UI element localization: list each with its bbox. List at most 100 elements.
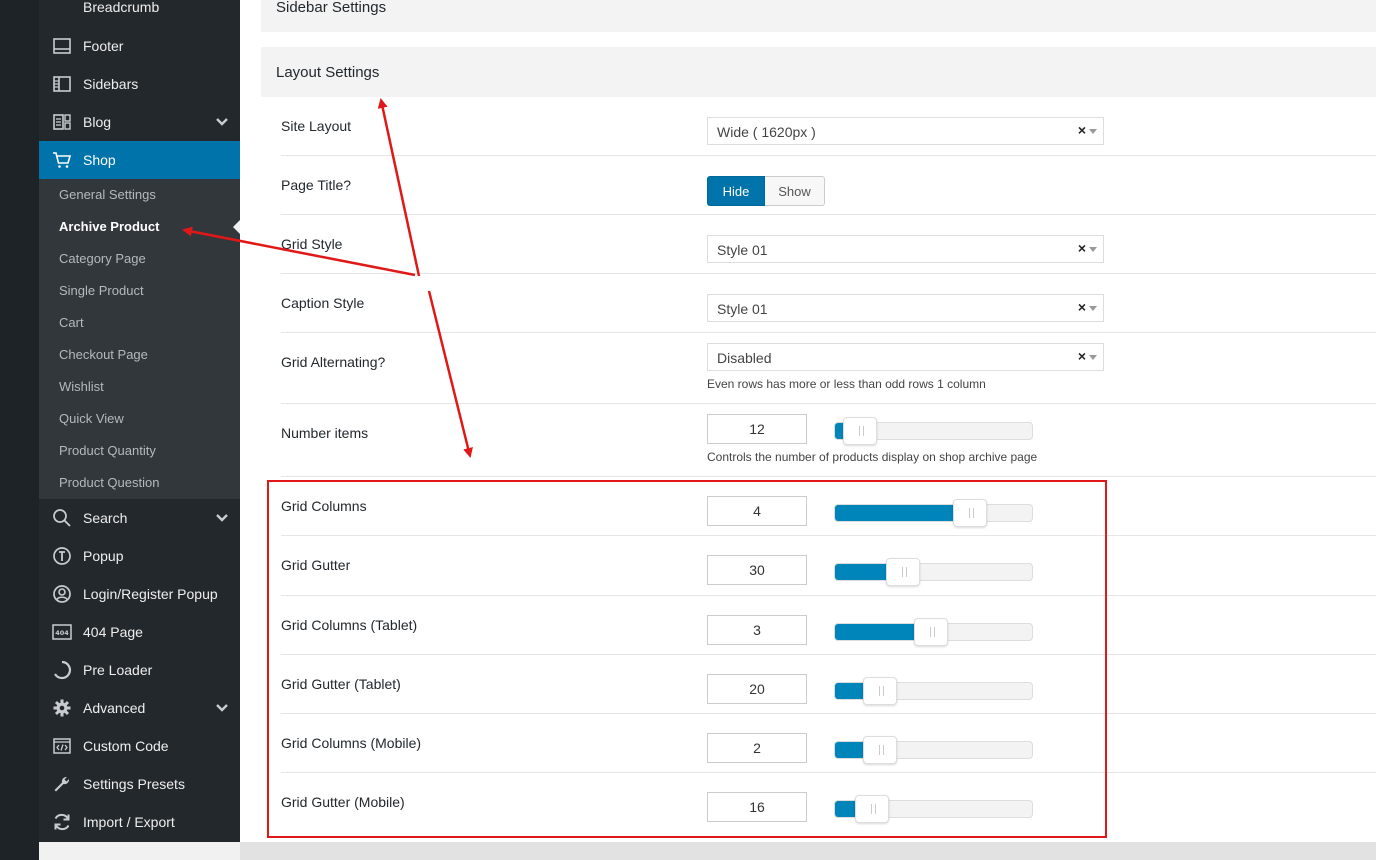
slider-handle[interactable] [854, 795, 889, 823]
field-label: Grid Gutter [281, 557, 351, 573]
field-grid-gutter: Grid Gutter 30 [281, 536, 1376, 596]
submenu-item-wishlist[interactable]: Wishlist [59, 377, 104, 397]
sidebar-item-label: Blog [83, 114, 112, 130]
404-icon: 404 [51, 621, 73, 643]
submenu-item-archive-product[interactable]: Archive Product [59, 217, 159, 237]
field-caption-style: Caption Style Style 01 × [281, 274, 1376, 333]
404-icon-text: 404 [55, 629, 69, 637]
grid-gutter-input[interactable]: 30 [707, 555, 807, 585]
submenu-item-product-quantity[interactable]: Product Quantity [59, 441, 156, 461]
panel-title: Sidebar Settings [276, 0, 387, 16]
dropdown-arrow-icon[interactable] [1089, 306, 1097, 311]
sidebar-item-advanced[interactable]: Advanced [39, 689, 240, 727]
sidebar-settings-header[interactable]: Sidebar Settings [261, 0, 1376, 32]
sidebar-item-custom-code[interactable]: Custom Code [39, 727, 240, 765]
sidebar-item-404-page[interactable]: 404 404 Page [39, 613, 240, 651]
slider-handle[interactable] [842, 417, 877, 445]
dropdown-arrow-icon[interactable] [1089, 129, 1097, 134]
select-value: Style 01 [717, 301, 768, 317]
hide-button[interactable]: Hide [707, 176, 765, 206]
search-icon [51, 507, 73, 529]
number-items-input[interactable]: 12 [707, 414, 807, 444]
grid-style-select[interactable]: Style 01 × [707, 235, 1104, 263]
sidebar-item-label: Shop [83, 152, 116, 168]
grid-alternating-select[interactable]: Disabled × [707, 343, 1104, 371]
field-label: Number items [281, 425, 369, 441]
grid-columns-tablet-input[interactable]: 3 [707, 615, 807, 645]
caption-style-select[interactable]: Style 01 × [707, 294, 1104, 322]
clear-icon[interactable]: × [1078, 348, 1086, 364]
sidebar-item-search[interactable]: Search [39, 499, 240, 537]
clear-icon[interactable]: × [1078, 240, 1086, 256]
grid-gutter-slider[interactable] [834, 558, 1033, 586]
grid-gutter-mobile-slider[interactable] [834, 795, 1033, 823]
grid-gutter-mobile-input[interactable]: 16 [707, 792, 807, 822]
field-label: Caption Style [281, 295, 365, 311]
grid-gutter-tablet-slider[interactable] [834, 677, 1033, 705]
field-grid-columns-tablet: Grid Columns (Tablet) 3 [281, 596, 1376, 655]
select-value: Wide ( 1620px ) [717, 124, 816, 140]
field-label: Site Layout [281, 118, 352, 134]
sidebar-item-label: Sidebars [83, 76, 139, 92]
field-number-items: Number items 12 Controls the number of p… [281, 404, 1376, 477]
show-button[interactable]: Show [765, 176, 825, 206]
sidebar-item-pre-loader[interactable]: Pre Loader [39, 651, 240, 689]
grid-gutter-tablet-input[interactable]: 20 [707, 674, 807, 704]
field-page-title: Page Title? Hide Show [281, 156, 1376, 215]
sidebar-item-settings-presets[interactable]: Settings Presets [39, 765, 240, 803]
slider-handle[interactable] [862, 736, 897, 764]
number-items-slider[interactable] [834, 417, 1033, 445]
sidebar-item-label: Footer [83, 38, 124, 54]
shop-submenu: General Settings Archive Product Categor… [39, 179, 240, 499]
layout-settings-header[interactable]: Layout Settings [261, 47, 1376, 97]
submenu-item-quick-view[interactable]: Quick View [59, 409, 124, 429]
sidebar-item-label: Pre Loader [83, 662, 153, 678]
field-grid-columns: Grid Columns 4 [281, 477, 1376, 536]
clear-icon[interactable]: × [1078, 122, 1086, 138]
slider-handle[interactable] [886, 558, 921, 586]
wp-admin-bar-strip [0, 0, 39, 860]
submenu-item-category-page[interactable]: Category Page [59, 249, 146, 269]
submenu-item-checkout-page[interactable]: Checkout Page [59, 345, 148, 365]
field-site-layout: Site Layout Wide ( 1620px ) × [281, 97, 1376, 156]
cart-icon [51, 149, 73, 171]
sidebar-item-popup[interactable]: Popup [39, 537, 240, 575]
slider-handle[interactable] [953, 499, 988, 527]
submenu-item-single-product[interactable]: Single Product [59, 281, 144, 301]
sidebar-item-label: Breadcrumb [83, 0, 160, 15]
loader-icon [51, 659, 73, 681]
submenu-item-general-settings[interactable]: General Settings [59, 185, 156, 205]
sidebar-item-import-export[interactable]: Import / Export [39, 803, 240, 841]
current-item-pointer [233, 220, 240, 234]
field-description: Even rows has more or less than odd rows… [707, 377, 986, 391]
sidebar-item-footer[interactable]: Footer [39, 27, 240, 65]
grid-columns-mobile-slider[interactable] [834, 736, 1033, 764]
sidebar-item-shop[interactable]: Shop [39, 141, 240, 179]
grid-columns-mobile-input[interactable]: 2 [707, 733, 807, 763]
sidebar-item-breadcrumb[interactable]: Breadcrumb [39, 0, 240, 26]
grid-columns-input[interactable]: 4 [707, 496, 807, 526]
panel-title: Layout Settings [276, 64, 380, 81]
site-layout-select[interactable]: Wide ( 1620px ) × [707, 117, 1104, 145]
chevron-down-icon[interactable] [214, 700, 230, 716]
submenu-item-cart[interactable]: Cart [59, 313, 84, 333]
field-grid-gutter-tablet: Grid Gutter (Tablet) 20 [281, 655, 1376, 714]
chevron-down-icon[interactable] [214, 510, 230, 526]
grid-columns-slider[interactable] [834, 499, 1033, 527]
dropdown-arrow-icon[interactable] [1089, 247, 1097, 252]
sidebar-item-blog[interactable]: Blog [39, 103, 240, 141]
page-title-toggle: Hide Show [707, 176, 825, 206]
submenu-item-product-question[interactable]: Product Question [59, 473, 159, 493]
slider-handle[interactable] [862, 677, 897, 705]
gear-icon [51, 697, 73, 719]
grid-columns-tablet-slider[interactable] [834, 618, 1033, 646]
blog-icon [51, 111, 73, 133]
sidebar-item-label: Settings Presets [83, 776, 185, 792]
slider-handle[interactable] [913, 618, 948, 646]
clear-icon[interactable]: × [1078, 299, 1086, 315]
chevron-down-icon[interactable] [214, 114, 230, 130]
dropdown-arrow-icon[interactable] [1089, 355, 1097, 360]
sidebar-item-login-register-popup[interactable]: Login/Register Popup [39, 575, 240, 613]
theme-options-sidebar: Breadcrumb Footer Sidebars Blog Shop Gen… [39, 0, 240, 842]
sidebar-item-sidebars[interactable]: Sidebars [39, 65, 240, 103]
